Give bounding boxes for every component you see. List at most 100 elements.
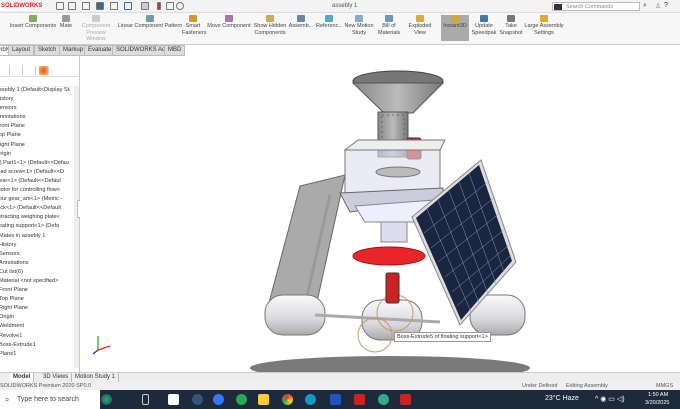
tree-item[interactable]: motor for controlling flow< [0, 186, 70, 195]
new-file-icon[interactable] [68, 2, 76, 10]
status-units[interactable]: MMGS [656, 382, 673, 390]
lower-motor[interactable] [385, 272, 400, 304]
file-explorer-icon[interactable] [258, 394, 269, 405]
tree-item[interactable]: Sensors [0, 250, 70, 259]
store-app-icon[interactable] [168, 394, 179, 405]
edge-icon[interactable] [305, 394, 316, 405]
tree-item[interactable]: gear<1> (Default<<Defaul [0, 177, 70, 186]
tab-layout[interactable]: Layout [8, 45, 35, 56]
app-icon[interactable] [213, 394, 224, 405]
tree-item[interactable]: assebly 1 (Default<Display State [0, 86, 70, 95]
property-manager-tab-icon[interactable] [13, 66, 23, 75]
tree-item[interactable]: Sensors [0, 104, 70, 113]
tab-sketch[interactable]: Sketch [34, 45, 61, 56]
graphics-viewport[interactable] [80, 56, 680, 380]
tab-markup[interactable]: Markup [59, 45, 88, 56]
taskbar-search-box[interactable]: ⌕ Type here to search [0, 390, 100, 409]
ribbon-button-exploded-view[interactable]: Exploded View [402, 15, 438, 36]
tree-item[interactable]: spur gear_am<1> (Metric - [0, 195, 70, 204]
tree-item[interactable]: Weldment [0, 322, 70, 331]
rebuild-icon[interactable] [157, 2, 161, 10]
ribbon-button-show-hidden-components[interactable]: Show Hidden Components [253, 15, 287, 36]
ribbon-button-smart-fasteners[interactable]: Smart Fasteners [182, 15, 206, 36]
system-tray-icons[interactable]: ^ ◉ ▭ ◁) [595, 395, 625, 403]
solidworks-taskbar-icon[interactable] [400, 394, 411, 405]
assembly-model[interactable] [80, 56, 680, 380]
ribbon-button-new-motion-study[interactable]: New Motion Study [343, 15, 375, 36]
weather-widget-icon[interactable] [101, 394, 112, 405]
tree-item[interactable]: Origin [0, 313, 70, 322]
tree-item[interactable]: Boss-Extrude1 [0, 341, 70, 350]
chrome-icon[interactable] [282, 394, 293, 405]
tree-item[interactable]: Top Plane [0, 131, 70, 140]
help-icon[interactable]: ? [664, 2, 668, 9]
ribbon-button-update-speedpak[interactable]: Update Speedpak [471, 15, 497, 36]
ribbon-button-component-preview-window[interactable]: Component Preview Window [78, 15, 114, 43]
tree-item[interactable]: Revolve1 [0, 332, 70, 341]
tree-item[interactable]: Annotations [0, 259, 70, 268]
tree-item[interactable]: History [0, 95, 70, 104]
search-icon[interactable]: ⌕ [643, 2, 647, 10]
select-icon[interactable] [141, 2, 149, 10]
tree-item[interactable]: History [0, 241, 70, 250]
open-file-icon[interactable] [82, 2, 90, 10]
tree-item[interactable]: Right Plane [0, 304, 70, 313]
bottom-tab-motion-study-1[interactable]: Motion Study 1 [72, 373, 120, 382]
undo-icon[interactable] [124, 2, 132, 10]
tree-item[interactable]: Top Plane [0, 295, 70, 304]
file-properties-icon[interactable] [166, 2, 174, 10]
tree-item[interactable]: Right Plane [0, 141, 70, 150]
move-component-icon [225, 15, 233, 22]
solidworks-logo[interactable]: SOLIDWORKS [0, 2, 42, 11]
tree-item[interactable]: Cut list(6) [0, 268, 70, 277]
clock-date[interactable]: 3/20/2025 [645, 400, 669, 406]
search-commands-input[interactable]: Search Commands [552, 2, 640, 11]
tree-item[interactable]: Origin [0, 150, 70, 159]
ribbon-button-assemb-[interactable]: Assemb... [288, 15, 314, 30]
configuration-manager-tab-icon[interactable] [26, 66, 36, 75]
tree-item[interactable]: retracting weighing plate< [0, 213, 70, 222]
tab-mbd[interactable]: MBD [164, 45, 186, 56]
feature-tree-tab-icon[interactable] [0, 66, 10, 75]
tree-scrollbar[interactable] [74, 86, 79, 368]
tree-item[interactable]: Material <not specified> [0, 277, 70, 286]
ribbon-button-instant3d[interactable]: Instant3D [441, 15, 469, 41]
options-icon[interactable] [176, 2, 184, 10]
ribbon-button-take-snapshot[interactable]: Take Snapshot [499, 15, 523, 36]
print-icon[interactable] [110, 2, 118, 10]
save-icon[interactable] [96, 2, 104, 10]
weighing-plate[interactable] [352, 246, 426, 266]
floating-support[interactable] [264, 294, 526, 353]
tree-item[interactable]: lead screw<1> (Default<<D [0, 168, 70, 177]
task-view-icon[interactable] [142, 394, 149, 405]
ribbon-button-bill-of-materials[interactable]: Bill of Materials [378, 15, 400, 36]
tree-item[interactable]: Mates in assebly 1 [0, 232, 70, 241]
tree-item[interactable]: Annotations [0, 113, 70, 122]
clock-time[interactable]: 1:50 AM [648, 392, 668, 398]
weather-text[interactable]: 23°C Haze [545, 395, 579, 402]
ribbon-button-insert-components[interactable]: Insert Components [8, 15, 58, 30]
whatsapp-icon[interactable] [236, 394, 247, 405]
tree-item[interactable]: lock<1> (Default<<Default [0, 204, 70, 213]
bottom-tab-model[interactable]: Model [10, 373, 35, 382]
word-icon[interactable] [330, 394, 341, 405]
pdf-icon[interactable] [354, 394, 365, 405]
tree-item[interactable]: Front Plane [0, 286, 70, 295]
tab-evaluate[interactable]: Evaluate [84, 45, 116, 56]
ribbon-button-move-component[interactable]: Move Component [206, 15, 252, 30]
tree-item[interactable]: (-) Part1<1> (Default<<Defau [0, 159, 70, 168]
chrome-profile-icon[interactable] [378, 394, 389, 405]
tree-item[interactable]: Front Plane [0, 122, 70, 131]
ribbon-button-mate[interactable]: Mate [58, 15, 74, 30]
bottom-tab-3d-views[interactable]: 3D Views [40, 373, 73, 382]
app-icon[interactable] [192, 394, 203, 405]
home-icon[interactable] [56, 2, 64, 10]
ribbon-button-large-assembly-settings[interactable]: Large Assembly Settings [524, 15, 564, 36]
ribbon-button-linear-component-pattern[interactable]: Linear Component Pattern [115, 15, 185, 30]
ribbon-button-referenc-[interactable]: Referenc... [316, 15, 343, 30]
display-manager-tab-icon[interactable] [39, 66, 49, 75]
tree-item[interactable]: Plane1 [0, 350, 70, 359]
user-icon[interactable]: ♙ [655, 2, 661, 10]
instant3d-icon [451, 15, 459, 22]
tree-item[interactable]: floating support<1> (Defa [0, 222, 70, 231]
